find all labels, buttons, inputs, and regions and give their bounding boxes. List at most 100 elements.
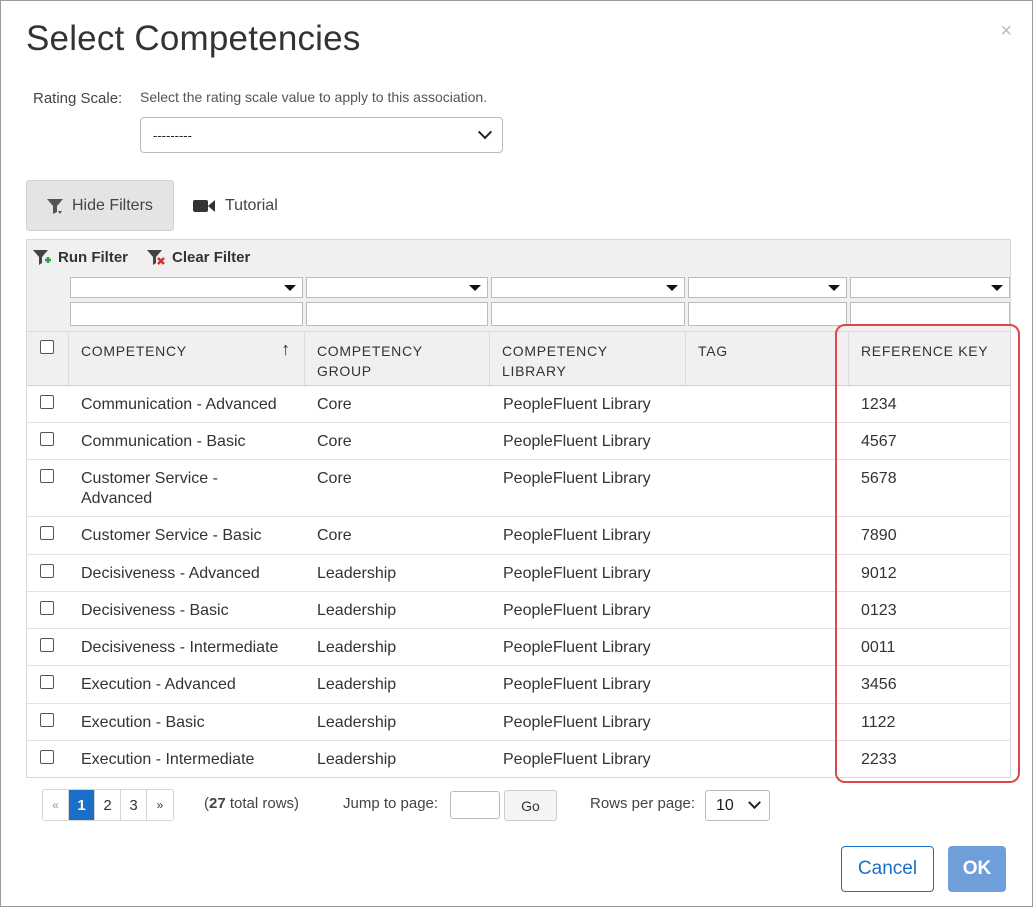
group-filter-input[interactable] bbox=[306, 302, 488, 326]
rating-scale-help: Select the rating scale value to apply t… bbox=[140, 89, 488, 105]
filter-toolbar: Run Filter Clear Filter bbox=[27, 240, 1010, 274]
table-row[interactable]: Decisiveness - Intermediate Leadership P… bbox=[27, 629, 1010, 666]
competency-cell: Decisiveness - Intermediate bbox=[81, 639, 279, 656]
table-row[interactable]: Execution - Advanced Leadership PeopleFl… bbox=[27, 666, 1010, 704]
row-checkbox[interactable] bbox=[40, 601, 54, 615]
group-cell: Core bbox=[317, 433, 352, 450]
library-filter-select[interactable] bbox=[491, 277, 685, 298]
pagination-prev[interactable]: « bbox=[43, 790, 69, 820]
library-cell: PeopleFluent Library bbox=[503, 470, 651, 487]
competency-cell: Execution - Advanced bbox=[81, 676, 236, 693]
rows-per-page-value: 10 bbox=[716, 796, 734, 814]
reference-key-cell: 2233 bbox=[861, 751, 897, 768]
filter-icon bbox=[47, 198, 63, 214]
competency-cell: Decisiveness - Advanced bbox=[81, 565, 260, 582]
group-cell: Core bbox=[317, 527, 352, 544]
row-checkbox[interactable] bbox=[40, 564, 54, 578]
library-cell: PeopleFluent Library bbox=[503, 602, 651, 619]
clear-filter-label: Clear Filter bbox=[172, 248, 251, 266]
group-cell: Leadership bbox=[317, 639, 397, 656]
ok-button[interactable]: OK bbox=[948, 846, 1006, 892]
competency-filter-input[interactable] bbox=[70, 302, 303, 326]
library-cell: PeopleFluent Library bbox=[503, 565, 651, 582]
run-filter-icon bbox=[33, 250, 51, 265]
run-filter-label: Run Filter bbox=[58, 248, 128, 266]
rows-per-page-select[interactable]: 10 bbox=[705, 790, 770, 821]
sort-ascending-icon: ↑ bbox=[281, 339, 291, 359]
tutorial-button[interactable]: Tutorial bbox=[192, 180, 278, 231]
pagination-page-3[interactable]: 3 bbox=[121, 790, 147, 820]
close-icon[interactable]: × bbox=[1000, 21, 1012, 41]
row-checkbox[interactable] bbox=[40, 395, 54, 409]
group-cell: Leadership bbox=[317, 751, 397, 768]
row-checkbox[interactable] bbox=[40, 713, 54, 727]
chevron-down-icon bbox=[477, 125, 493, 140]
pagination: « 1 2 3 » bbox=[42, 789, 174, 821]
dropdown-arrow-icon bbox=[666, 285, 678, 291]
table-row[interactable]: Communication - Basic Core PeopleFluent … bbox=[27, 423, 1010, 460]
group-cell: Leadership bbox=[317, 714, 397, 731]
library-cell: PeopleFluent Library bbox=[503, 714, 651, 731]
total-rows-count: 27 bbox=[209, 795, 226, 812]
tag-filter-input[interactable] bbox=[688, 302, 847, 326]
column-header-competency-library[interactable]: COMPETENCY LIBRARY bbox=[489, 332, 686, 387]
jump-to-page-input[interactable] bbox=[450, 791, 500, 819]
row-checkbox[interactable] bbox=[40, 638, 54, 652]
group-cell: Core bbox=[317, 470, 352, 487]
clear-filter-button[interactable]: Clear Filter bbox=[146, 248, 250, 266]
reference-key-cell: 7890 bbox=[861, 527, 897, 544]
run-filter-button[interactable]: Run Filter bbox=[32, 248, 128, 266]
reference-key-cell: 3456 bbox=[861, 676, 897, 693]
library-filter-input[interactable] bbox=[491, 302, 685, 326]
video-camera-icon bbox=[193, 199, 215, 212]
table-row[interactable]: Execution - Intermediate Leadership Peop… bbox=[27, 741, 1010, 778]
table-row[interactable]: Customer Service - Basic Core PeopleFlue… bbox=[27, 517, 1010, 555]
competency-cell: Customer Service - Basic bbox=[81, 527, 262, 544]
table-row[interactable]: Execution - Basic Leadership PeopleFluen… bbox=[27, 704, 1010, 741]
column-header-competency-group[interactable]: COMPETENCY GROUP bbox=[304, 332, 490, 387]
reference-key-filter-input[interactable] bbox=[850, 302, 1010, 326]
row-checkbox[interactable] bbox=[40, 526, 54, 540]
competency-cell: Execution - Basic bbox=[81, 714, 205, 731]
dropdown-arrow-icon bbox=[828, 285, 840, 291]
row-checkbox[interactable] bbox=[40, 750, 54, 764]
total-rows-text: (27 total rows) bbox=[204, 795, 300, 812]
table-row[interactable]: Customer Service - Advanced Core PeopleF… bbox=[27, 460, 1010, 517]
column-filter-row bbox=[27, 274, 1010, 331]
reference-key-filter-select[interactable] bbox=[850, 277, 1010, 298]
row-checkbox[interactable] bbox=[40, 469, 54, 483]
select-competencies-dialog: Select Competencies × Rating Scale: Sele… bbox=[0, 0, 1033, 907]
dialog-title: Select Competencies bbox=[26, 19, 361, 58]
pagination-page-2[interactable]: 2 bbox=[95, 790, 121, 820]
column-header-competency[interactable]: COMPETENCY ↑ bbox=[68, 332, 305, 387]
row-checkbox[interactable] bbox=[40, 675, 54, 689]
row-checkbox[interactable] bbox=[40, 432, 54, 446]
dropdown-arrow-icon bbox=[991, 285, 1003, 291]
column-header-reference-key[interactable]: REFERENCE KEY bbox=[848, 332, 1012, 387]
competency-filter-select[interactable] bbox=[70, 277, 303, 298]
rows-per-page-label: Rows per page: bbox=[590, 795, 696, 812]
pagination-page-1[interactable]: 1 bbox=[69, 790, 95, 820]
reference-key-cell: 0011 bbox=[861, 639, 896, 656]
reference-key-cell: 4567 bbox=[861, 433, 897, 450]
rating-scale-select[interactable]: --------- bbox=[140, 117, 503, 153]
pagination-next[interactable]: » bbox=[147, 790, 173, 820]
reference-key-cell: 1234 bbox=[861, 396, 897, 413]
group-filter-select[interactable] bbox=[306, 277, 488, 298]
dropdown-arrow-icon bbox=[469, 285, 481, 291]
cancel-button[interactable]: Cancel bbox=[841, 846, 934, 892]
group-cell: Core bbox=[317, 396, 352, 413]
group-cell: Leadership bbox=[317, 602, 397, 619]
reference-key-cell: 0123 bbox=[861, 602, 897, 619]
column-header-tag[interactable]: TAG bbox=[685, 332, 849, 387]
rating-scale-label: Rating Scale: bbox=[33, 90, 123, 107]
select-all-checkbox[interactable] bbox=[40, 340, 54, 354]
hide-filters-button[interactable]: Hide Filters bbox=[26, 180, 174, 231]
library-cell: PeopleFluent Library bbox=[503, 396, 651, 413]
go-button[interactable]: Go bbox=[504, 790, 557, 821]
tag-filter-select[interactable] bbox=[688, 277, 847, 298]
table-row[interactable]: Communication - Advanced Core PeopleFlue… bbox=[27, 386, 1010, 423]
table-row[interactable]: Decisiveness - Basic Leadership PeopleFl… bbox=[27, 592, 1010, 629]
table-row[interactable]: Decisiveness - Advanced Leadership Peopl… bbox=[27, 555, 1010, 592]
group-cell: Leadership bbox=[317, 676, 397, 693]
